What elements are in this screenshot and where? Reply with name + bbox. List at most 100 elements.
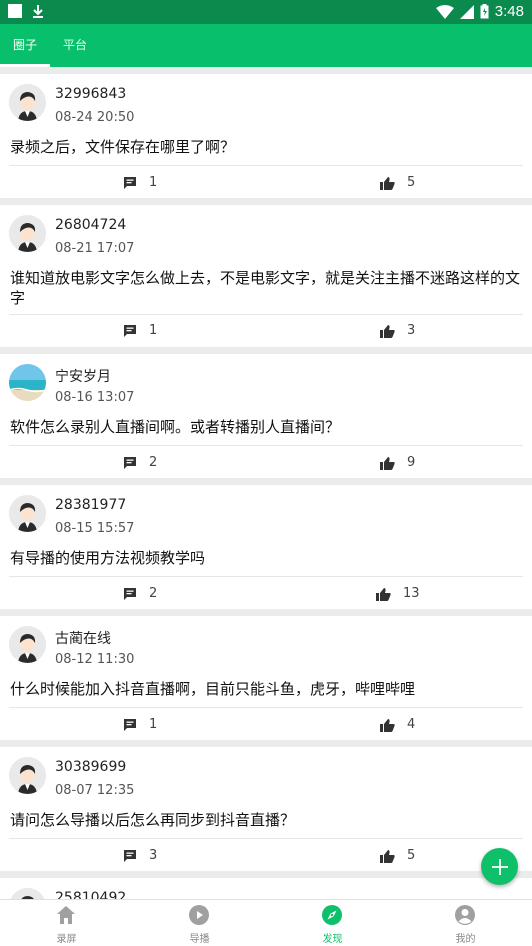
divider — [9, 707, 523, 708]
comment-count: 2 — [149, 455, 158, 470]
post-username[interactable]: 28381977 — [55, 497, 126, 513]
comment-count: 3 — [149, 848, 158, 863]
signal-icon — [459, 4, 474, 19]
post-username[interactable]: 古蔺在线 — [55, 628, 111, 648]
post-content[interactable]: 什么时候能加入抖音直播啊，目前只能斗鱼，虎牙，哔哩哔哩 — [10, 679, 525, 699]
comment-button[interactable]: 2 — [123, 586, 157, 601]
status-time: 3:48 — [494, 3, 524, 20]
like-button[interactable]: 13 — [376, 586, 420, 601]
post-content[interactable]: 谁知道放电影文字怎么做上去，不是电影文字，就是关注主播不迷路这样的文字 — [10, 268, 525, 308]
nav-label: 导播 — [189, 934, 210, 945]
like-button[interactable]: 5 — [380, 848, 415, 863]
comment-count: 1 — [149, 717, 158, 732]
post-card[interactable]: 28381977 08-15 15:57 有导播的使用方法视频教学吗 2 13 — [0, 485, 532, 609]
nav-item-mine[interactable]: 我的 — [399, 900, 532, 946]
comment-icon — [124, 456, 136, 469]
nav-label: 录屏 — [56, 934, 77, 945]
avatar[interactable] — [9, 215, 46, 252]
post-feed[interactable]: 32996843 08-24 20:50 录频之后，文件保存在哪里了啊？ 1 5 2680… — [0, 67, 532, 899]
post-date: 08-21 17:07 — [55, 241, 135, 256]
comment-count: 1 — [149, 323, 158, 338]
like-button[interactable]: 4 — [380, 717, 415, 732]
comment-icon — [124, 718, 136, 731]
thumbs-up-icon — [380, 456, 395, 470]
avatar[interactable] — [9, 626, 46, 663]
avatar[interactable] — [9, 84, 46, 121]
post-content[interactable]: 请问怎么导播以后怎么再同步到抖音直播？ — [10, 810, 525, 830]
thumbs-up-icon — [380, 849, 395, 863]
post-date: 08-07 12:35 — [55, 783, 135, 798]
post-username[interactable]: 32996843 — [55, 86, 126, 102]
post-username[interactable]: 25810492 — [55, 890, 126, 899]
post-card[interactable]: 宁安岁月 08-16 13:07 软件怎么录别人直播间啊。或者转播别人直播间？ 2 9 — [0, 354, 532, 478]
divider — [9, 445, 523, 446]
thumbs-up-icon — [380, 324, 395, 338]
post-date: 08-16 13:07 — [55, 390, 135, 405]
tab-circle[interactable]: 圈子 — [0, 24, 50, 67]
post-username[interactable]: 30389699 — [55, 759, 126, 775]
like-button[interactable]: 3 — [380, 323, 415, 338]
divider — [9, 838, 523, 839]
post-date: 08-12 11:30 — [55, 652, 135, 667]
avatar[interactable] — [9, 495, 46, 532]
comment-button[interactable]: 1 — [123, 717, 157, 732]
status-bar: 3:48 — [0, 0, 532, 24]
like-count: 9 — [407, 455, 416, 470]
comment-count: 2 — [149, 586, 158, 601]
divider — [9, 576, 523, 577]
avatar[interactable] — [9, 888, 46, 899]
post-username[interactable]: 宁安岁月 — [55, 366, 111, 386]
comment-button[interactable]: 2 — [123, 455, 157, 470]
nav-item-discover[interactable]: 发现 — [266, 900, 399, 946]
nav-label: 发现 — [322, 934, 343, 945]
post-card[interactable]: 25810492 — [0, 878, 532, 899]
post-date: 08-24 20:50 — [55, 110, 135, 125]
like-count: 3 — [407, 323, 416, 338]
thumbs-up-icon — [380, 176, 395, 190]
comment-button[interactable]: 1 — [123, 175, 157, 190]
like-button[interactable]: 9 — [380, 455, 415, 470]
post-content[interactable]: 软件怎么录别人直播间啊。或者转播别人直播间？ — [10, 417, 525, 437]
post-card[interactable]: 32996843 08-24 20:50 录频之后，文件保存在哪里了啊？ 1 5 — [0, 74, 532, 198]
divider — [9, 314, 523, 315]
comment-button[interactable]: 3 — [123, 848, 157, 863]
nav-item-record[interactable]: 录屏 — [0, 900, 133, 946]
like-count: 5 — [407, 175, 416, 190]
post-content[interactable]: 有导播的使用方法视频教学吗 — [10, 548, 525, 568]
tab-label: 圈子 — [12, 38, 37, 52]
tab-platform[interactable]: 平台 — [50, 24, 100, 67]
post-content[interactable]: 录频之后，文件保存在哪里了啊？ — [10, 137, 525, 157]
compass-icon — [322, 905, 342, 925]
notification-icon — [8, 4, 22, 18]
wifi-icon — [435, 4, 454, 19]
battery-icon — [480, 4, 489, 19]
post-date: 08-15 15:57 — [55, 521, 135, 536]
plus-icon — [491, 858, 508, 875]
thumbs-up-icon — [380, 718, 395, 732]
comment-icon — [124, 176, 136, 189]
new-post-button[interactable] — [481, 848, 518, 885]
top-tab-bar: 圈子 平台 — [0, 24, 532, 67]
divider — [9, 165, 523, 166]
bottom-nav: 录屏 导播 发现 我的 — [0, 899, 532, 946]
post-card[interactable]: 古蔺在线 08-12 11:30 什么时候能加入抖音直播啊，目前只能斗鱼，虎牙，哔哩… — [0, 616, 532, 740]
thumbs-up-icon — [376, 587, 391, 601]
post-card[interactable]: 30389699 08-07 12:35 请问怎么导播以后怎么再同步到抖音直播？ 3 5 — [0, 747, 532, 871]
like-count: 13 — [403, 586, 420, 601]
like-count: 5 — [407, 848, 416, 863]
like-count: 4 — [407, 717, 416, 732]
comment-icon — [124, 324, 136, 337]
comment-button[interactable]: 1 — [123, 323, 157, 338]
comment-count: 1 — [149, 175, 158, 190]
post-username[interactable]: 26804724 — [55, 217, 126, 233]
post-card[interactable]: 26804724 08-21 17:07 谁知道放电影文字怎么做上去，不是电影文字，… — [0, 205, 532, 347]
avatar[interactable] — [9, 757, 46, 794]
home-icon — [57, 906, 75, 924]
download-icon — [33, 5, 43, 18]
play-icon — [189, 905, 209, 925]
comment-icon — [124, 587, 136, 600]
avatar[interactable] — [9, 364, 46, 401]
like-button[interactable]: 5 — [380, 175, 415, 190]
profile-icon — [455, 905, 475, 925]
nav-item-director[interactable]: 导播 — [133, 900, 266, 946]
